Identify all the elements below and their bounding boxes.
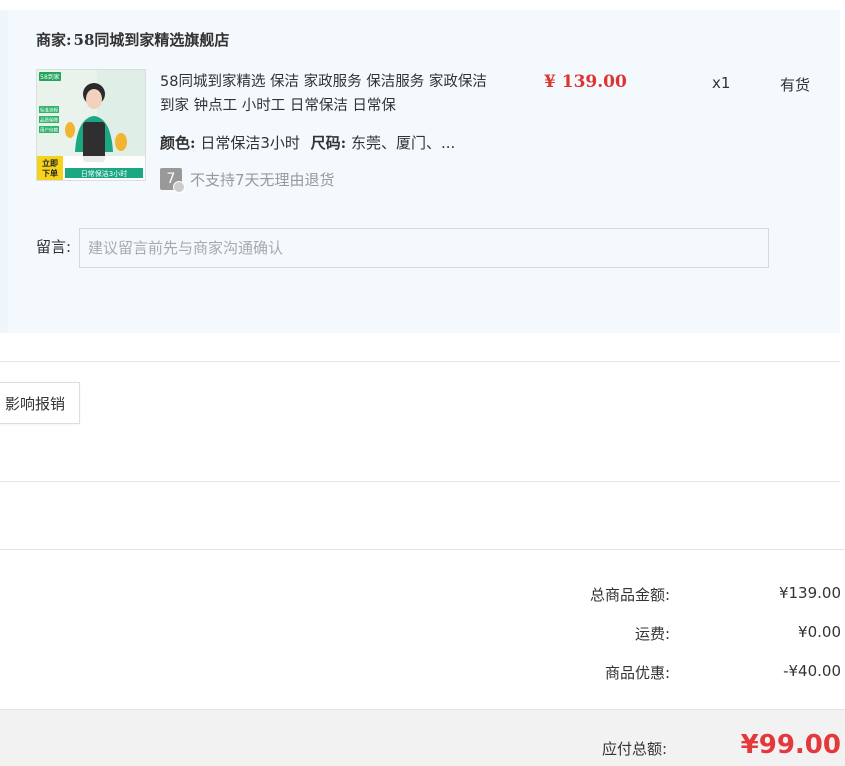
color-label: 颜色: xyxy=(160,134,196,152)
color-value: 日常保洁3小时 xyxy=(200,134,300,152)
discount-label: 商品优惠: xyxy=(604,664,670,682)
thumb-banner: 日常保洁3小时 xyxy=(81,169,127,178)
seller-label: 商家: xyxy=(36,31,72,49)
remark-label: 留言: xyxy=(36,238,72,256)
stock-status: 有货 xyxy=(780,76,811,94)
total-value: ¥99.00 xyxy=(740,730,841,760)
summary-row-subtotal: 总商品金额: ¥139.00 xyxy=(0,584,845,608)
product-attributes: 颜色: 日常保洁3小时 尺码: 东莞、厦门、... xyxy=(160,132,461,153)
product-price: ¥ 139.00 xyxy=(544,72,627,92)
svg-text:立即: 立即 xyxy=(42,158,58,168)
return-policy: 7 不支持7天无理由退货 xyxy=(160,168,335,193)
invoice-button[interactable]: 影响报销 xyxy=(0,382,80,424)
subtotal-label: 总商品金额: xyxy=(589,586,670,604)
summary-row-shipping: 运费: ¥0.00 xyxy=(0,623,845,647)
divider xyxy=(0,549,845,550)
divider xyxy=(0,481,840,482)
no-return-icon: 7 xyxy=(160,168,185,193)
thumb-badge-3: 用户信赖 xyxy=(40,127,58,134)
thumb-brand: 58到家 xyxy=(40,73,60,81)
size-value: 东莞、厦门、... xyxy=(350,134,456,152)
product-title[interactable]: 58同城到家精选 保洁 家政服务 保洁服务 家政保洁 到家 钟点工 小时工 日常… xyxy=(160,70,490,118)
panel-edge xyxy=(0,10,8,333)
subtotal-value: ¥139.00 xyxy=(778,584,841,602)
remark-input[interactable] xyxy=(79,228,769,268)
product-thumbnail[interactable]: 58到家 标准流程 品质保障 用户信赖 立即 下单 日常保洁3小时 xyxy=(36,69,146,181)
discount-value: -¥40.00 xyxy=(783,662,841,680)
total-label: 应付总额: xyxy=(601,740,667,758)
return-policy-text: 不支持7天无理由退货 xyxy=(190,170,335,189)
divider xyxy=(0,361,840,362)
shipping-label: 运费: xyxy=(634,625,670,643)
total-bar: 应付总额: ¥99.00 xyxy=(0,709,845,766)
summary-row-discount: 商品优惠: -¥40.00 xyxy=(0,662,845,686)
shipping-value: ¥0.00 xyxy=(798,623,841,641)
seller-name[interactable]: 58同城到家精选旗舰店 xyxy=(74,31,230,49)
thumb-badge-1: 标准流程 xyxy=(40,107,58,114)
thumb-badge-2: 品质保障 xyxy=(40,117,58,124)
svg-text:下单: 下单 xyxy=(42,168,58,178)
seller-info: 商家: 58同城到家精选旗舰店 xyxy=(36,29,229,50)
size-label: 尺码: xyxy=(310,134,347,152)
product-quantity: x1 xyxy=(712,74,731,92)
